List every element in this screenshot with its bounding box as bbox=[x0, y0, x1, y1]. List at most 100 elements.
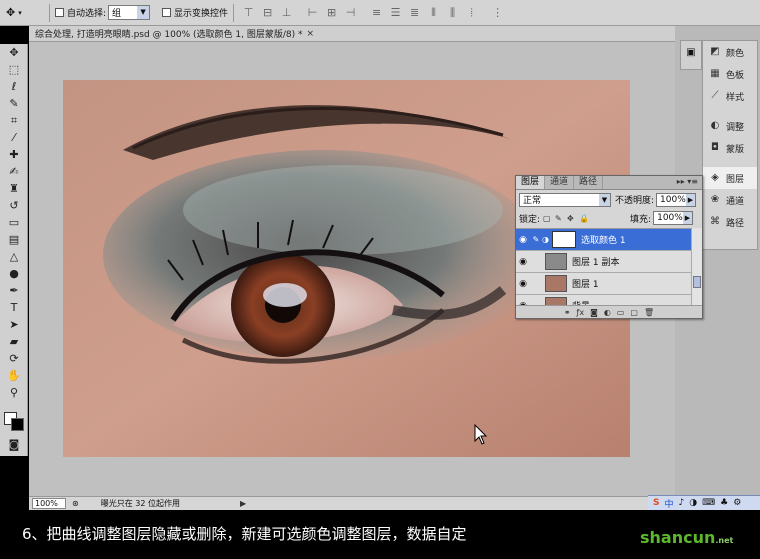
clone-stamp-tool-icon[interactable]: ♜ bbox=[0, 180, 28, 197]
tray-icon[interactable]: ♣ bbox=[720, 498, 728, 508]
tool-preset-picker[interactable]: ✥ ▾ bbox=[6, 3, 44, 23]
brush-tool-icon[interactable]: ✍ bbox=[0, 163, 28, 180]
new-group-icon[interactable]: ▭ bbox=[617, 308, 625, 317]
layer-row-layer1-copy[interactable]: ◉ 图层 1 副本 bbox=[516, 251, 692, 273]
tab-layers[interactable]: 图层 bbox=[516, 176, 546, 189]
healing-brush-tool-icon[interactable]: ✚ bbox=[0, 146, 28, 163]
distribute-hcenter-icon[interactable]: ⫼ bbox=[446, 6, 459, 19]
dodge-tool-icon[interactable]: ● bbox=[0, 265, 28, 282]
tray-icon[interactable]: ◑ bbox=[689, 498, 697, 508]
align-vcenter-icon[interactable]: ⊟ bbox=[261, 6, 274, 19]
new-adjustment-icon[interactable]: ◐ bbox=[604, 308, 611, 317]
eye-icon[interactable]: ◉ bbox=[516, 257, 530, 267]
distribute-top-icon[interactable]: ≡ bbox=[370, 6, 383, 19]
dock-item-label: 样式 bbox=[726, 92, 745, 103]
expand-panel-icon[interactable]: ▣ bbox=[681, 47, 701, 58]
dock-item-color[interactable]: ◩ 颜色 bbox=[703, 41, 757, 63]
tray-icon[interactable]: S bbox=[653, 498, 659, 508]
link-layers-icon[interactable]: ⚭ bbox=[564, 308, 571, 317]
dock-item-layers[interactable]: ◈ 图层 bbox=[703, 167, 757, 189]
align-right-icon[interactable]: ⊣ bbox=[344, 6, 357, 19]
chevron-right-icon[interactable]: ▶ bbox=[685, 193, 696, 206]
move-tool-icon[interactable]: ✥ bbox=[0, 44, 28, 61]
show-transform-checkbox[interactable] bbox=[162, 8, 172, 17]
auto-select-checkbox[interactable] bbox=[55, 8, 64, 17]
shape-tool-icon[interactable]: ▰ bbox=[0, 333, 28, 350]
layer-row-selective-color[interactable]: ◉ ✎ ◑ 选取颜色 1 bbox=[516, 229, 692, 251]
lock-all-icon[interactable]: 🔒 bbox=[579, 214, 589, 223]
color-swatches[interactable] bbox=[4, 408, 26, 432]
history-brush-tool-icon[interactable]: ↺ bbox=[0, 197, 28, 214]
align-left-icon[interactable]: ⊢ bbox=[306, 6, 319, 19]
paths-icon: ⌘ bbox=[710, 216, 720, 227]
align-hcenter-icon[interactable]: ⊞ bbox=[325, 6, 338, 19]
lasso-tool-icon[interactable]: ℓ bbox=[0, 78, 28, 95]
pen-tool-icon[interactable]: ✒ bbox=[0, 282, 28, 299]
auto-align-icon[interactable]: ⋮ bbox=[491, 6, 504, 19]
distribute-bottom-icon[interactable]: ≣ bbox=[408, 6, 421, 19]
lock-position-icon[interactable]: ✥ bbox=[567, 214, 576, 223]
separator bbox=[233, 3, 235, 22]
tab-paths[interactable]: 路径 bbox=[574, 176, 604, 189]
show-transform-option[interactable]: 显示变换控件 bbox=[162, 6, 228, 19]
distribute-vcenter-icon[interactable]: ☰ bbox=[389, 6, 402, 19]
dock-item-adjustments[interactable]: ◐ 调整 bbox=[703, 115, 757, 137]
auto-select-dropdown[interactable]: 组 ▼ bbox=[108, 5, 151, 20]
distribute-right-icon[interactable]: ⦙ bbox=[465, 6, 478, 19]
dock-item-styles[interactable]: ⟋ 样式 bbox=[703, 85, 757, 107]
blur-tool-icon[interactable]: △ bbox=[0, 248, 28, 265]
layer-thumbnail[interactable] bbox=[545, 253, 567, 270]
tray-icon[interactable]: 中 bbox=[664, 497, 673, 510]
tray-icon[interactable]: ♪ bbox=[679, 498, 685, 508]
zoom-tool-icon[interactable]: ⚲ bbox=[0, 384, 28, 401]
trash-icon[interactable]: 🗑 bbox=[644, 308, 654, 317]
quick-select-tool-icon[interactable]: ✎ bbox=[0, 95, 28, 112]
eye-icon[interactable]: ◉ bbox=[516, 279, 530, 289]
layer-mask-thumbnail[interactable] bbox=[551, 231, 576, 248]
blend-mode-dropdown[interactable]: 正常 ▼ bbox=[519, 192, 611, 207]
new-layer-icon[interactable]: ▢ bbox=[630, 308, 638, 317]
tab-channels[interactable]: 通道 bbox=[545, 176, 575, 189]
dock-item-masks[interactable]: ◘ 蒙版 bbox=[703, 137, 757, 159]
distribute-left-icon[interactable]: ⦀ bbox=[427, 6, 440, 19]
close-icon[interactable]: × bbox=[306, 29, 314, 39]
layer-thumbnail[interactable] bbox=[545, 275, 567, 292]
status-icon[interactable]: ⊛ bbox=[72, 499, 79, 508]
opacity-field[interactable]: 100% ▶ bbox=[656, 192, 697, 207]
path-select-tool-icon[interactable]: ➤ bbox=[0, 316, 28, 333]
dock-item-paths[interactable]: ⌘ 路径 bbox=[703, 211, 757, 233]
layer-row-layer1[interactable]: ◉ 图层 1 bbox=[516, 273, 692, 295]
quick-mask-icon[interactable]: ◙ bbox=[0, 436, 28, 453]
tray-icon[interactable]: ⌨ bbox=[702, 498, 715, 508]
status-arrow-icon[interactable]: ▶ bbox=[240, 499, 246, 508]
chevron-right-icon[interactable]: ▶ bbox=[682, 212, 693, 224]
marquee-tool-icon[interactable]: ⬚ bbox=[0, 61, 28, 78]
dock-item-channels[interactable]: ❀ 通道 bbox=[703, 189, 757, 211]
background-color[interactable] bbox=[11, 418, 24, 431]
type-tool-icon[interactable]: T bbox=[0, 299, 28, 316]
lock-pixels-icon[interactable]: ✎ bbox=[555, 214, 564, 223]
eraser-tool-icon[interactable]: ▭ bbox=[0, 214, 28, 231]
fill-field[interactable]: 100% ▶ bbox=[653, 211, 694, 225]
crop-tool-icon[interactable]: ⌗ bbox=[0, 112, 28, 129]
panel-menu-icon[interactable]: ▸▸ ▾≡ bbox=[677, 177, 698, 186]
eyedropper-tool-icon[interactable]: ⁄ bbox=[0, 129, 28, 146]
layer-list-scrollbar[interactable] bbox=[691, 228, 702, 306]
eye-icon[interactable]: ◉ bbox=[516, 235, 530, 245]
add-mask-icon[interactable]: ◙ bbox=[590, 308, 598, 317]
lock-transparent-icon[interactable]: ▢ bbox=[543, 214, 552, 223]
hand-tool-icon[interactable]: ✋ bbox=[0, 367, 28, 384]
zoom-field[interactable]: 100% bbox=[32, 498, 66, 509]
dock-item-label: 颜色 bbox=[726, 48, 745, 59]
fx-icon[interactable]: ƒx bbox=[577, 308, 585, 317]
align-bottom-icon[interactable]: ⊥ bbox=[280, 6, 293, 19]
align-top-icon[interactable]: ⊤ bbox=[242, 6, 255, 19]
auto-select-option[interactable]: 自动选择: bbox=[55, 6, 106, 19]
dock-strip[interactable]: ▣ bbox=[680, 40, 702, 70]
3d-rotate-tool-icon[interactable]: ⟳ bbox=[0, 350, 28, 367]
scrollbar-thumb[interactable] bbox=[693, 276, 701, 288]
dock-item-swatches[interactable]: ▦ 色板 bbox=[703, 63, 757, 85]
tray-icon[interactable]: ⚙ bbox=[733, 498, 741, 508]
document-tab[interactable]: 综合处理, 打造明亮眼睛.psd @ 100% (选取颜色 1, 图层蒙版/8)… bbox=[29, 26, 675, 42]
gradient-tool-icon[interactable]: ▤ bbox=[0, 231, 28, 248]
